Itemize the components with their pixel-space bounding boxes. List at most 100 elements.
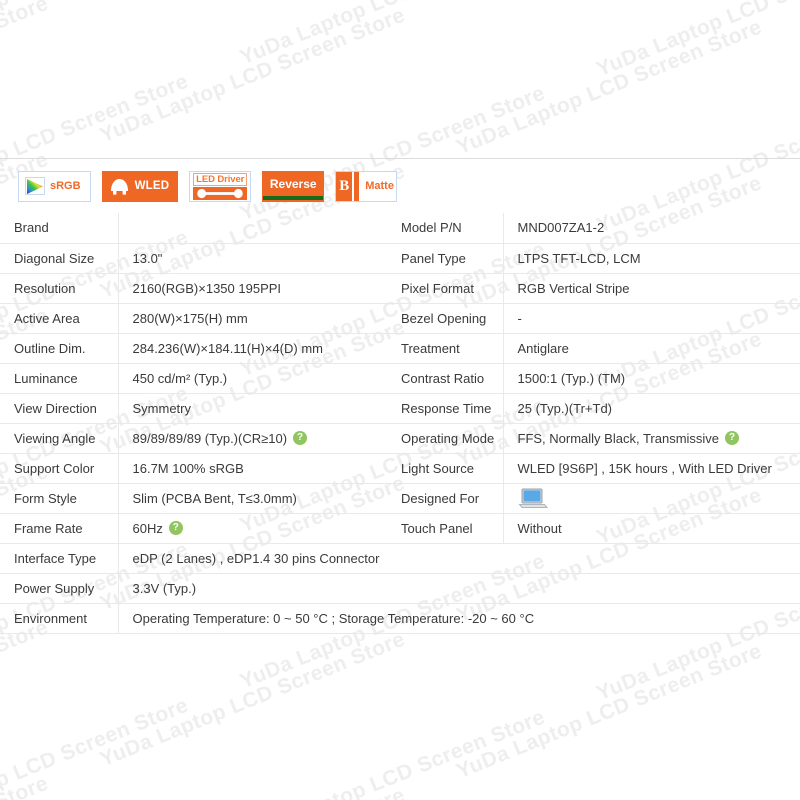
spec-value-left: Slim (PCBA Bent, T≤3.0mm) [118,483,388,514]
cell-value-text: Operating Temperature: 0 ~ 50 °C ; Stora… [132,610,535,626]
spec-label-right: Pixel Format [387,273,504,304]
spec-label-wide: Environment [0,603,119,634]
cell-value-text: eDP (2 Lanes) , eDP1.4 30 pins Connector [132,550,380,566]
spec-value-right: RGB Vertical Stripe [503,273,800,304]
matte-b-mark: B [336,171,353,201]
table-row-wide: Environment Operating Temperature: 0 ~ 50… [0,603,800,634]
spec-value-left: 60Hz? [118,513,388,544]
help-icon[interactable]: ? [725,431,740,445]
cell-content: 284.236(W)×184.11(H)×4(D) mm [133,341,388,356]
spec-value-wide: Operating Temperature: 0 ~ 50 °C ; Stora… [118,603,800,634]
cell-content [518,487,800,509]
table-row: Luminance 450 cd/m² (Typ.) Contrast Ratio 1… [0,363,800,394]
cell-value-text: 25 (Typ.)(Tr+Td) [517,400,613,416]
badge-matte-label: Matte [365,180,394,192]
badge-reverse[interactable]: Reverse [262,170,325,202]
cell-content: WLED [9S6P] , 15K hours , With LED Drive… [518,461,800,476]
spec-value-right [503,483,800,514]
table-row: Resolution 2160(RGB)×1350 195PPI Pixel For… [0,273,800,304]
cell-value-text: 16.7M 100% sRGB [132,460,244,476]
spec-value-right: Without [503,513,800,544]
cell-content: Operating Temperature: 0 ~ 50 °C ; Stora… [133,611,800,626]
spec-value-right: - [503,303,800,334]
badge-srgb[interactable]: sRGB [18,170,91,202]
spec-label-right: Contrast Ratio [387,363,504,394]
spec-value-left: Symmetry [118,393,387,424]
cell-content: MND007ZA1-2 [518,220,800,235]
cell-value-text: 284.236(W)×184.11(H)×4(D) mm [132,340,324,356]
cell-value-text: 2160(RGB)×1350 195PPI [132,280,282,296]
cell-value-text: LTPS TFT-LCD, LCM [517,250,641,266]
badge-led-driver-label: LED Driver [193,172,248,186]
badge-srgb-label: sRGB [50,180,81,192]
spec-label-right: Response Time [387,393,504,424]
spec-label-left: Viewing Angle [0,423,119,454]
spec-label-right: Bezel Opening [387,303,504,334]
table-row: Frame Rate 60Hz? Touch Panel Without [0,513,800,544]
badge-led-driver[interactable]: LED Driver [189,170,252,202]
cell-value-text: 3.3V (Typ.) [132,580,197,596]
table-row-wide: Interface Type eDP (2 Lanes) , eDP1.4 30 … [0,543,800,574]
spec-sheet-page: sRGB WLED LED Driver Reverse B Matte Bra… [0,0,800,800]
cell-content: Slim (PCBA Bent, T≤3.0mm) [133,491,388,506]
badge-wled[interactable]: WLED [101,170,179,202]
spec-label-right: Panel Type [387,243,504,274]
spec-label-left: Active Area [0,303,119,334]
table-row: Viewing Angle 89/89/89/89 (Typ.)(CR≥10)? O… [0,423,800,454]
cell-content: LTPS TFT-LCD, LCM [518,251,800,266]
spec-label-right: Designed For [387,483,504,514]
cell-content: 89/89/89/89 (Typ.)(CR≥10)? [133,431,388,446]
cell-value-text: - [517,310,522,326]
cell-value-text: 280(W)×175(H) mm [132,310,248,326]
table-row: Form Style Slim (PCBA Bent, T≤3.0mm) Desig… [0,483,800,514]
spec-value-right: Antiglare [503,333,800,364]
feature-badge-strip: sRGB WLED LED Driver Reverse B Matte [0,158,800,213]
cell-content: Without [518,521,800,536]
spec-value-right: 1500:1 (Typ.) (TM) [503,363,800,394]
spec-label-left: Support Color [0,453,119,484]
cell-content: 2160(RGB)×1350 195PPI [133,281,388,296]
table-row: Active Area 280(W)×175(H) mm Bezel Opening… [0,303,800,334]
wled-lamp-icon [108,176,131,196]
spec-value-left [118,213,387,244]
spec-label-left: Brand [0,213,119,244]
spec-label-left: Outline Dim. [0,333,119,364]
spec-label-left: View Direction [0,393,119,424]
spec-value-left: 13.0" [118,243,387,274]
badge-matte[interactable]: B Matte [335,170,398,202]
badge-wled-label: WLED [134,180,170,192]
cell-value-text: WLED [9S6P] , 15K hours , With LED Drive… [517,460,772,476]
badge-reverse-bar [263,196,324,200]
spec-value-left: 450 cd/m² (Typ.) [118,363,388,394]
cell-content: 3.3V (Typ.) [133,581,800,596]
spec-value-right: 25 (Typ.)(Tr+Td) [503,393,800,424]
cell-content: 16.7M 100% sRGB [133,461,388,476]
cell-content: 1500:1 (Typ.) (TM) [518,371,800,386]
spec-label-right: Light Source [387,453,504,484]
spec-value-left: 89/89/89/89 (Typ.)(CR≥10)? [118,423,388,454]
cell-value-text: Slim (PCBA Bent, T≤3.0mm) [132,490,297,506]
cell-content: 25 (Typ.)(Tr+Td) [518,401,800,416]
cell-value-text: RGB Vertical Stripe [517,280,630,296]
cell-value-text: 1500:1 (Typ.) (TM) [517,370,626,386]
led-driver-circuit-icon [193,186,248,200]
spec-label-right: Operating Mode [387,423,504,454]
help-icon[interactable]: ? [168,521,183,535]
spec-value-wide: eDP (2 Lanes) , eDP1.4 30 pins Connector [118,543,800,574]
cell-value-text: FFS, Normally Black, Transmissive [517,430,720,446]
spec-value-left: 280(W)×175(H) mm [118,303,388,334]
table-row: View Direction Symmetry Response Time 25 (T… [0,393,800,424]
cell-content: 60Hz? [133,521,388,536]
spec-label-left: Diagonal Size [0,243,119,274]
cell-value-text: 450 cd/m² (Typ.) [132,370,228,386]
cell-value-text: 60Hz [132,520,163,536]
spec-value-right: MND007ZA1-2 [503,213,800,244]
cell-content: eDP (2 Lanes) , eDP1.4 30 pins Connector [133,551,800,566]
spec-label-left: Form Style [0,483,119,514]
help-icon[interactable]: ? [293,431,308,445]
cell-content: - [518,311,800,326]
spec-value-left: 16.7M 100% sRGB [118,453,388,484]
cell-content: 450 cd/m² (Typ.) [133,371,388,386]
cell-content: 280(W)×175(H) mm [133,311,388,326]
spec-label-left: Luminance [0,363,119,394]
